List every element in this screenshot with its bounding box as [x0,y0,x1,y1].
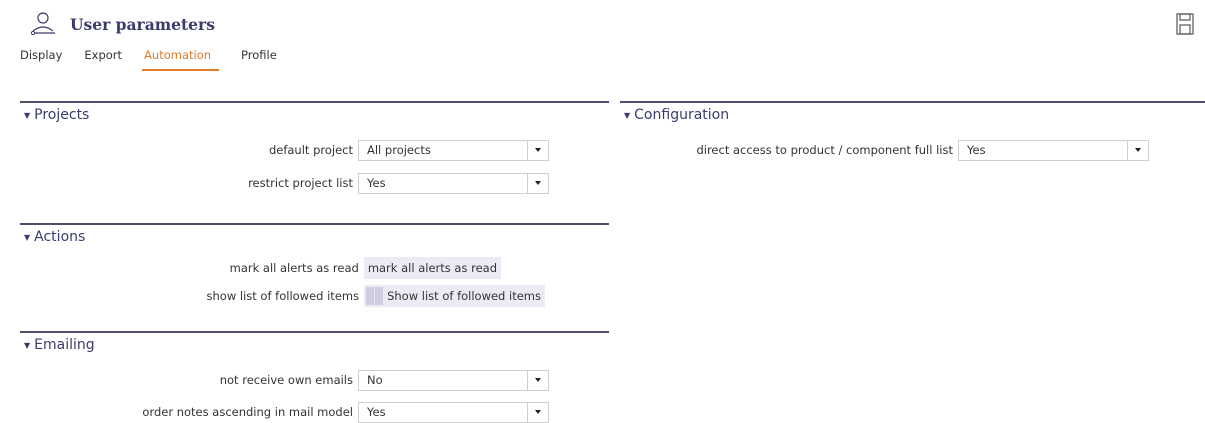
chevron-down-icon[interactable] [1127,140,1148,160]
chevron-down-icon[interactable] [527,173,548,193]
section-title: Emailing [34,337,95,353]
tab-export[interactable]: Export [84,48,122,71]
caret-down-icon: ▼ [624,110,631,120]
section-emailing-toggle[interactable]: ▼ Emailing [20,333,609,353]
own-emails-row: not receive own emails No [220,369,549,391]
section-actions-toggle[interactable]: ▼ Actions [20,225,609,245]
caret-down-icon: ▼ [24,340,31,350]
notes-order-select[interactable]: Yes [358,401,549,423]
select-value: All projects [367,142,431,157]
mark-alerts-row: mark all alerts as read mark all alerts … [230,257,501,279]
notes-order-row: order notes ascending in mail model Yes [142,401,549,423]
section-title: Actions [34,229,86,245]
caret-down-icon: ▼ [24,110,31,120]
tab-profile[interactable]: Profile [241,48,277,71]
field-label: direct access to product / component ful… [696,143,953,157]
field-label: default project [268,143,353,157]
page-title: User parameters [70,14,215,34]
section-emailing: ▼ Emailing [20,331,609,353]
section-title: Configuration [634,107,730,123]
select-value: Yes [367,404,386,419]
tab-bar: Display Export Automation Profile [20,48,299,71]
tab-automation[interactable]: Automation [142,48,220,71]
mark-all-alerts-read-button[interactable]: mark all alerts as read [363,257,501,279]
select-value: Yes [367,175,386,190]
select-value: No [367,372,383,387]
section-title: Projects [34,107,90,123]
show-followed-items-button[interactable]: Show list of followed items [364,285,545,307]
toggle-switch[interactable] [366,287,384,305]
section-configuration: ▼ Configuration [620,101,1205,123]
chevron-down-icon[interactable] [527,370,548,390]
section-projects: ▼ Projects [20,101,609,123]
select-value: Yes [967,142,986,157]
restrict-project-list-select[interactable]: Yes [358,172,549,194]
chevron-down-icon[interactable] [527,140,548,160]
section-configuration-toggle[interactable]: ▼ Configuration [620,103,1205,123]
field-label: restrict project list [248,176,353,190]
field-label: show list of followed items [206,289,360,303]
save-icon[interactable] [1176,13,1194,35]
direct-access-row: direct access to product / component ful… [696,139,1149,161]
page-header: User parameters [30,9,215,39]
section-projects-toggle[interactable]: ▼ Projects [20,103,609,123]
field-label: order notes ascending in mail model [142,405,353,419]
own-emails-select[interactable]: No [358,369,549,391]
field-label: not receive own emails [219,373,353,387]
caret-down-icon: ▼ [24,232,31,242]
field-label: mark all alerts as read [229,261,359,275]
followed-items-row: show list of followed items Show list of… [206,285,545,307]
restrict-project-list-row: restrict project list Yes [248,172,549,194]
tab-display[interactable]: Display [20,48,62,71]
section-actions: ▼ Actions [20,223,609,245]
button-label: Show list of followed items [387,289,541,303]
default-project-select[interactable]: All projects [358,139,549,161]
chevron-down-icon[interactable] [527,402,548,422]
direct-access-select[interactable]: Yes [958,139,1149,161]
default-project-row: default project All projects [269,139,549,161]
user-icon [30,12,55,36]
